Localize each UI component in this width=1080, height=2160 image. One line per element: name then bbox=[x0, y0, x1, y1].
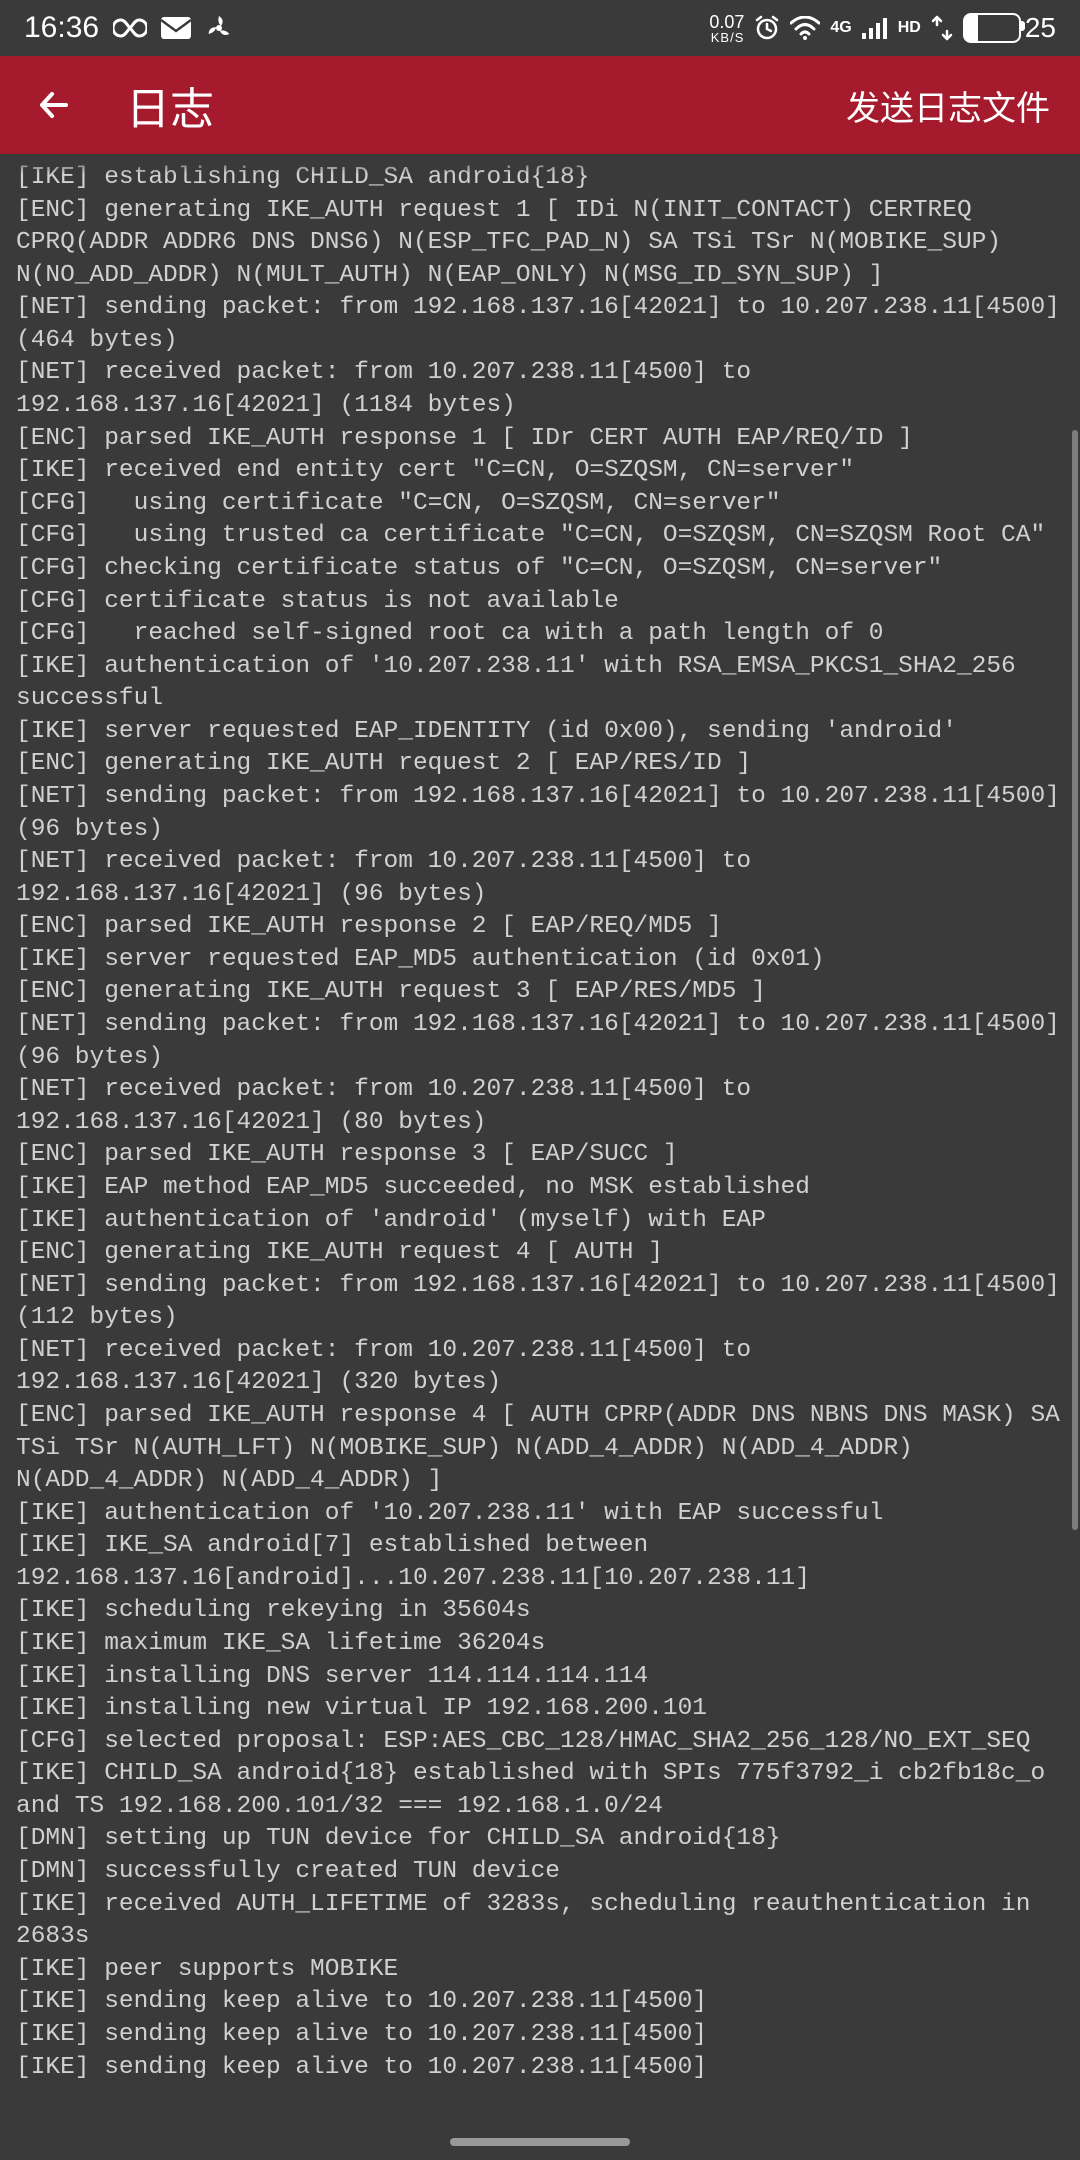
data-icon bbox=[931, 15, 953, 41]
status-bar: 16:36 0.07 KB/S 4G HD bbox=[0, 0, 1080, 56]
fan-icon bbox=[205, 14, 233, 42]
send-log-button[interactable]: 发送日志文件 bbox=[846, 81, 1050, 130]
network-type-top: 4G bbox=[830, 21, 851, 35]
app-header: 日志 发送日志文件 bbox=[0, 56, 1080, 154]
battery-indicator: 25 bbox=[963, 12, 1056, 44]
net-speed: 0.07 KB/S bbox=[709, 13, 744, 44]
page-title: 日志 bbox=[126, 73, 846, 137]
back-button[interactable] bbox=[30, 81, 78, 129]
signal-icon bbox=[862, 17, 888, 39]
infinity-icon bbox=[113, 18, 147, 38]
clock-text: 16:36 bbox=[24, 11, 99, 45]
scrollbar-thumb[interactable] bbox=[1072, 430, 1078, 1530]
log-content[interactable]: [IKE] establishing CHILD_SA android{18} … bbox=[0, 154, 1080, 2160]
network-type: 4G bbox=[830, 21, 851, 35]
battery-icon bbox=[963, 13, 1021, 43]
wifi-icon bbox=[790, 16, 820, 40]
alarm-icon bbox=[754, 15, 780, 41]
net-speed-unit: KB/S bbox=[709, 31, 744, 44]
status-right: 0.07 KB/S 4G HD 25 bbox=[709, 12, 1056, 44]
hd-text: HD bbox=[898, 21, 921, 35]
battery-percent: 25 bbox=[1025, 12, 1056, 44]
status-left: 16:36 bbox=[24, 11, 233, 45]
nav-handle[interactable] bbox=[450, 2138, 630, 2146]
mail-icon bbox=[161, 17, 191, 39]
net-speed-value: 0.07 bbox=[709, 13, 744, 31]
hd-label: HD bbox=[898, 21, 921, 35]
